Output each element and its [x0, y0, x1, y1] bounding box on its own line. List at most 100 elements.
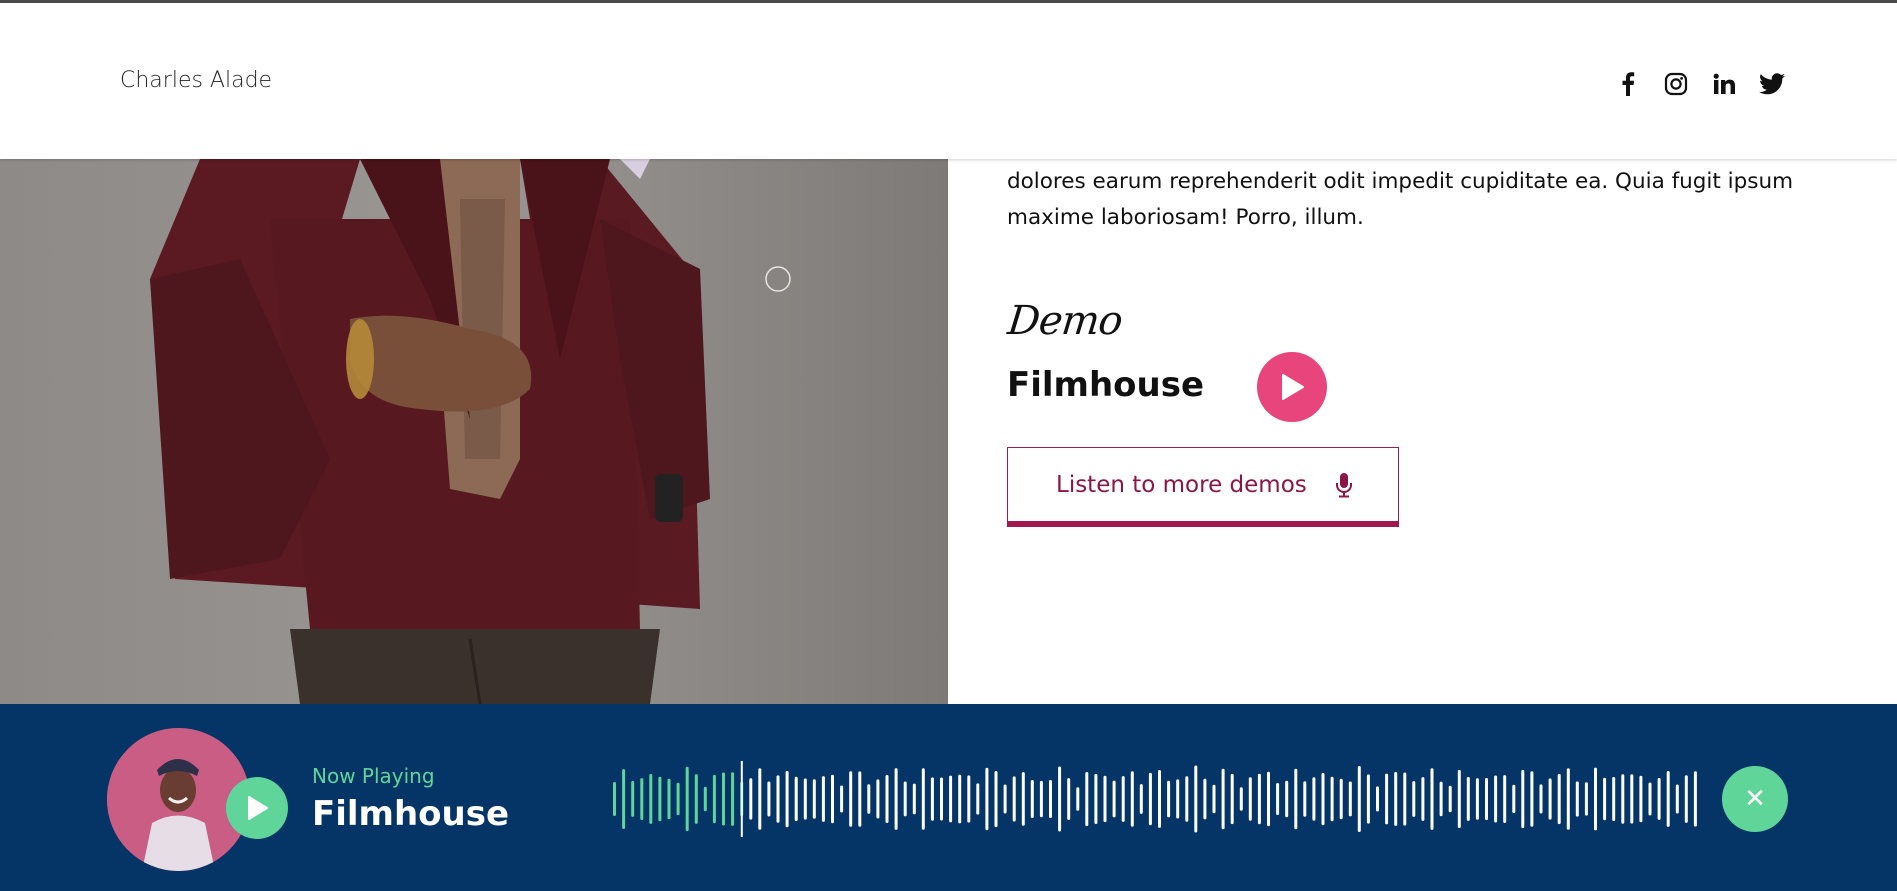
- waveform-bar: [1503, 775, 1507, 823]
- waveform-bar: [731, 772, 735, 826]
- waveform-bar: [985, 767, 989, 831]
- waveform-bar: [1148, 772, 1152, 826]
- close-player-button[interactable]: ✕: [1722, 766, 1788, 832]
- close-icon: ✕: [1744, 784, 1766, 814]
- waveform-bar: [1657, 778, 1661, 820]
- waveform-bar: [658, 776, 662, 822]
- waveform-bar: [876, 779, 880, 819]
- waveform-bar: [1021, 772, 1025, 826]
- waveform-bar: [1257, 773, 1261, 825]
- waveform-bar: [1675, 784, 1679, 814]
- twitter-icon[interactable]: [1748, 69, 1796, 99]
- waveform-bar: [1176, 779, 1180, 819]
- waveform-bar: [1003, 784, 1007, 814]
- waveform-bar: [1666, 771, 1670, 827]
- waveform-bar: [1457, 769, 1461, 829]
- waveform-bar: [1139, 784, 1143, 814]
- waveform-bar: [631, 781, 635, 817]
- waveform-bar: [1085, 772, 1089, 827]
- waveform-bar: [712, 774, 716, 824]
- waveform-bar: [1167, 780, 1171, 818]
- waveform-bar: [1330, 776, 1334, 822]
- facebook-icon[interactable]: [1604, 69, 1652, 99]
- waveform-bar: [1357, 766, 1361, 832]
- waveform-bar: [1067, 778, 1071, 820]
- listen-more-label: Listen to more demos: [1056, 471, 1307, 498]
- waveform-bar: [1566, 768, 1570, 830]
- waveform-bar: [1221, 768, 1225, 830]
- waveform-bar: [1121, 776, 1125, 822]
- waveform-bar: [1584, 782, 1588, 816]
- waveform-bar: [885, 775, 889, 823]
- waveform-bar: [1267, 771, 1270, 827]
- waveform-bar: [1466, 777, 1470, 821]
- play-icon: [1282, 374, 1304, 400]
- waveform-seekbar[interactable]: [610, 759, 1700, 839]
- demo-track-title: Filmhouse: [1007, 365, 1205, 405]
- waveform-bar: [1693, 771, 1697, 827]
- waveform-bar: [1539, 784, 1543, 814]
- waveform-bar: [1684, 775, 1688, 823]
- waveform-bar: [640, 778, 644, 820]
- waveform-bar: [1076, 787, 1080, 811]
- waveform-bar: [794, 776, 798, 822]
- waveform-bar: [1485, 778, 1488, 821]
- waveform-bar: [767, 781, 771, 817]
- player-play-button[interactable]: [226, 777, 288, 839]
- waveform-bar: [930, 777, 934, 821]
- now-playing-title: Filmhouse: [312, 794, 510, 834]
- waveform-bar: [803, 778, 807, 820]
- waveform-bar: [1603, 777, 1607, 821]
- waveform-bar: [703, 786, 707, 812]
- waveform-bar: [903, 781, 907, 817]
- waveform-bar: [1058, 766, 1062, 832]
- waveform-bar: [1512, 784, 1516, 814]
- waveform-bar: [849, 771, 853, 827]
- waveform-bar: [1248, 777, 1252, 821]
- waveform-bar: [785, 770, 789, 828]
- waveform-bar: [949, 775, 953, 823]
- waveform-bar: [1439, 781, 1443, 817]
- waveform-bar: [840, 785, 844, 813]
- waveform-bar: [821, 776, 825, 822]
- waveform-bar: [694, 774, 698, 824]
- demo-play-button[interactable]: [1257, 352, 1327, 422]
- play-icon: [248, 796, 268, 820]
- waveform-bar: [1130, 771, 1134, 827]
- brand-name[interactable]: Charles Alade: [120, 68, 272, 93]
- waveform-bar: [1594, 767, 1597, 831]
- instagram-icon[interactable]: [1652, 69, 1700, 99]
- linkedin-icon[interactable]: [1700, 69, 1748, 99]
- waveform-bar: [1557, 773, 1561, 825]
- waveform-bar: [1158, 770, 1161, 828]
- waveform-bar: [1530, 771, 1534, 827]
- waveform-bar: [758, 768, 762, 830]
- waveform-bar: [1639, 775, 1643, 823]
- waveform-bar: [1112, 780, 1116, 818]
- waveform-bar: [967, 775, 971, 823]
- waveform-bar: [1285, 780, 1289, 818]
- waveform-bar: [1103, 775, 1107, 823]
- bio-text: voluptatibus sint omnis fugiat recusanda…: [1007, 169, 1794, 230]
- microphone-icon: [1335, 472, 1353, 498]
- waveform-bar: [1621, 774, 1625, 824]
- waveform-bar: [958, 774, 962, 824]
- waveform-bar: [994, 771, 998, 828]
- waveform-bar: [1575, 781, 1579, 817]
- waveform-bar: [1448, 785, 1452, 813]
- waveform-bar: [1430, 768, 1434, 830]
- waveform-bar: [1203, 778, 1207, 820]
- waveform-bar: [1494, 775, 1498, 823]
- waveform-bar: [1194, 765, 1198, 833]
- waveform-bar: [1630, 774, 1634, 824]
- site-header: Charles Alade: [0, 3, 1897, 159]
- demo-heading: Demo: [1005, 298, 1125, 344]
- waveform-bar: [1421, 777, 1425, 821]
- listen-more-demos-button[interactable]: Listen to more demos: [1007, 447, 1399, 527]
- hero-photo: [0, 159, 948, 704]
- waveform-bar: [1348, 781, 1352, 817]
- playhead[interactable]: [740, 761, 743, 837]
- waveform-bar: [921, 768, 925, 830]
- waveform-bar: [1312, 777, 1316, 821]
- waveform-bar: [1321, 772, 1325, 826]
